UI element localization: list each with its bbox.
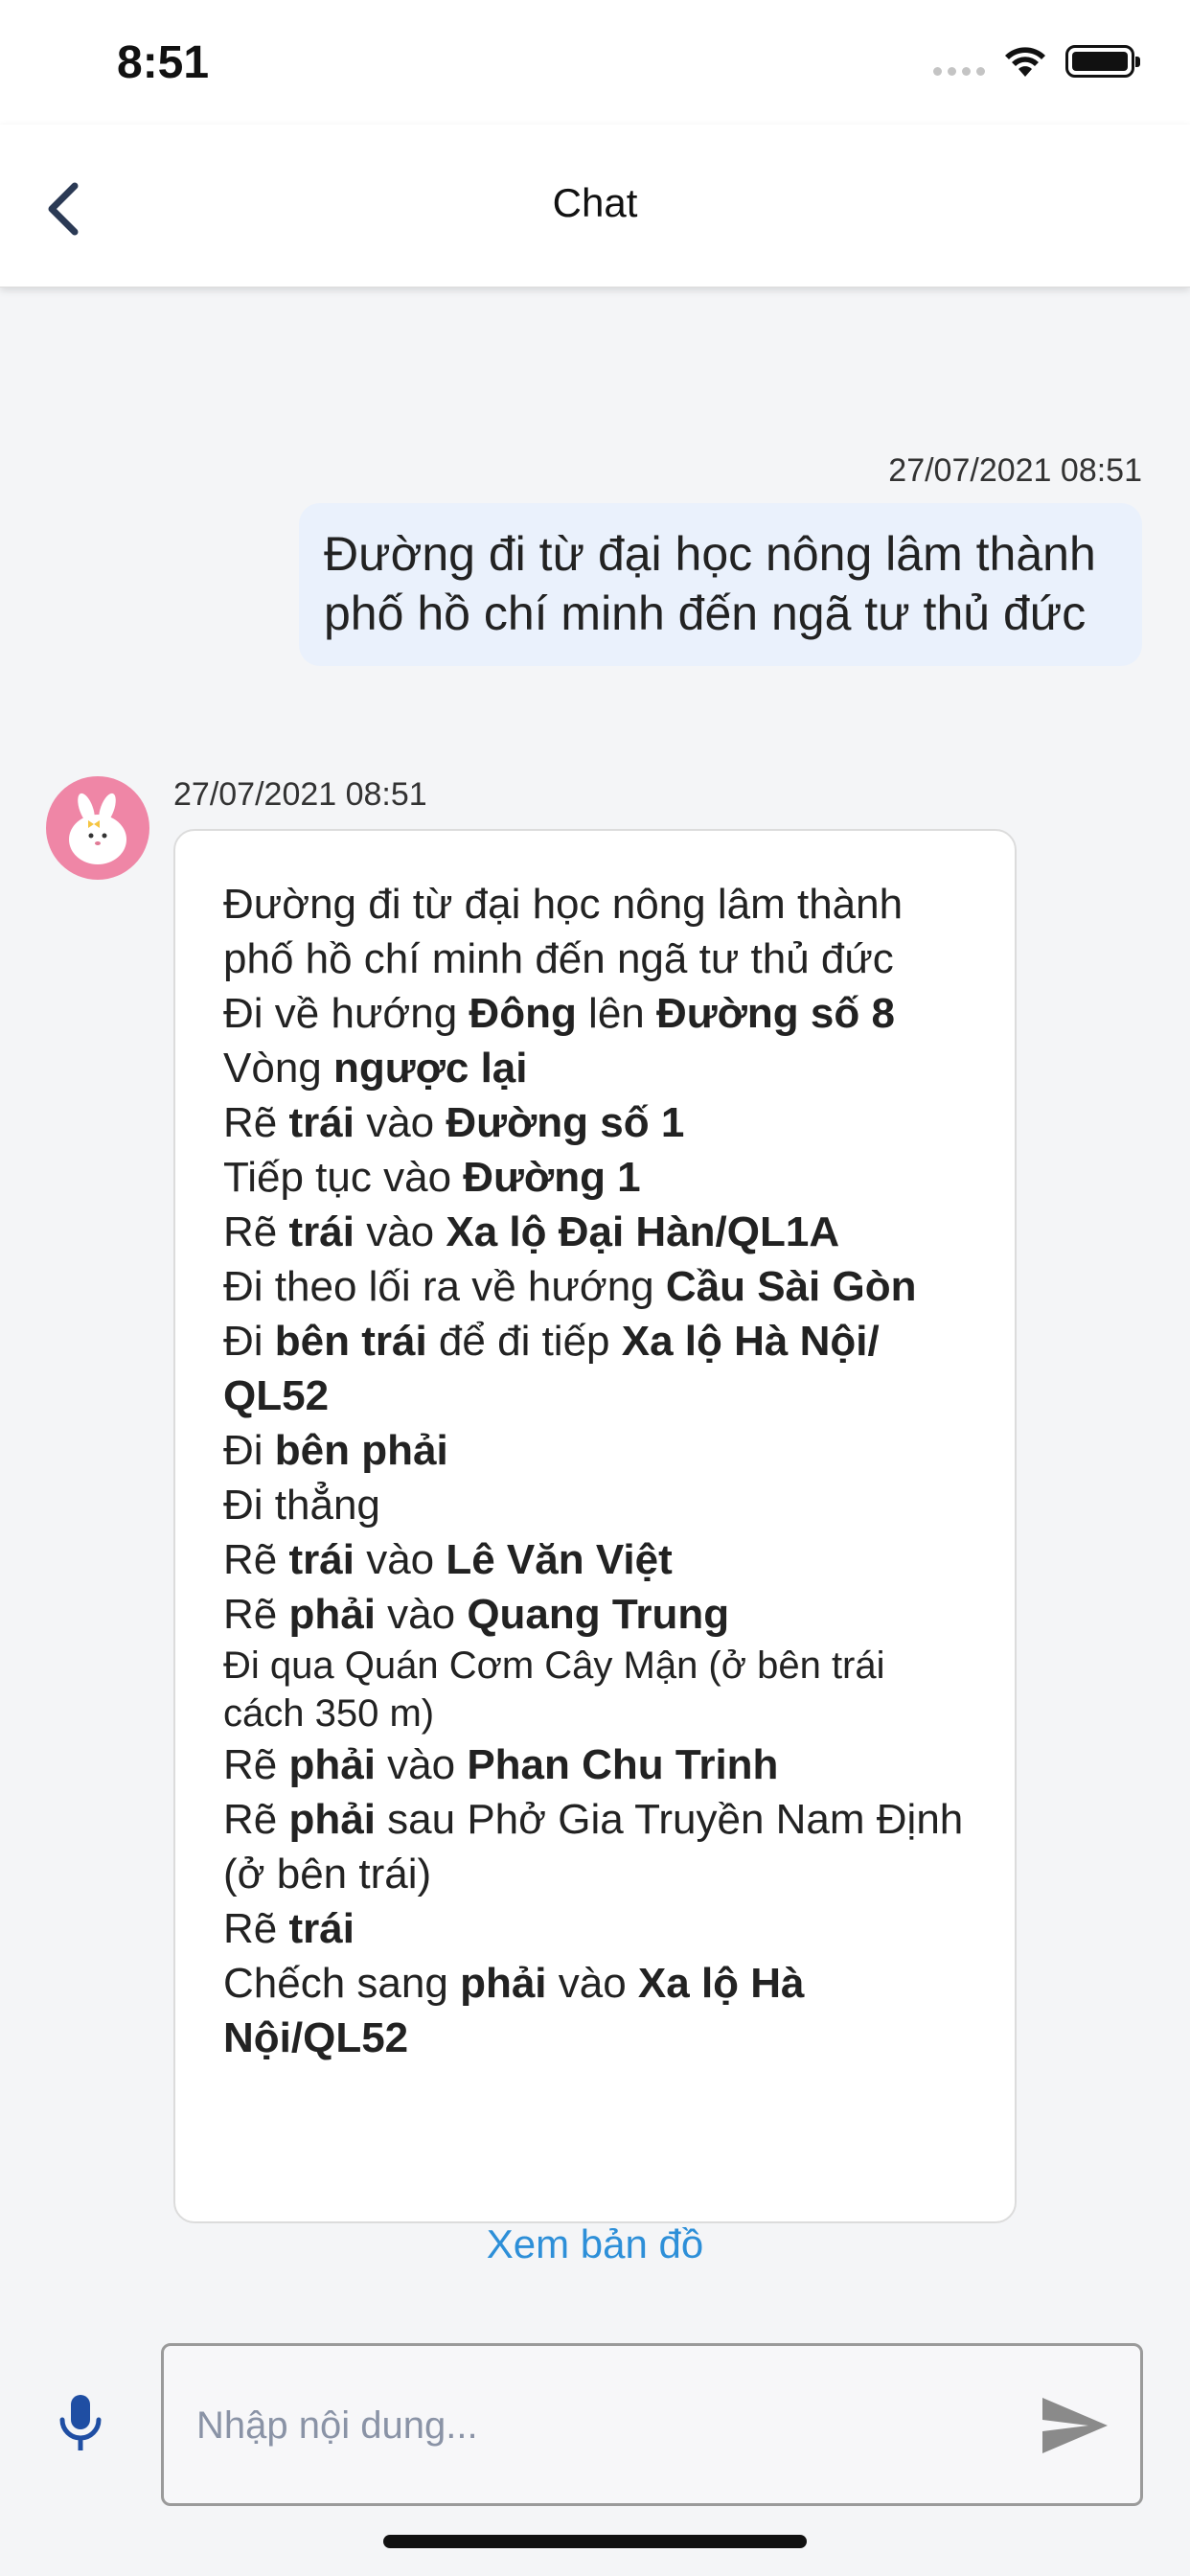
message-input-container xyxy=(161,2343,1143,2506)
send-button[interactable] xyxy=(1039,2392,1111,2459)
direction-bold-text: phải xyxy=(288,1796,376,1843)
nav-bar: Chat xyxy=(0,125,1190,288)
direction-text: Rẽ xyxy=(223,1796,289,1843)
direction-bold-text: trái xyxy=(288,1536,355,1583)
direction-text: vào xyxy=(375,1741,468,1788)
direction-text: Chếch sang xyxy=(223,1960,461,2007)
view-map-link[interactable]: Xem bản đồ xyxy=(0,2221,1190,2267)
direction-line: Đi bên trái để đi tiếp Xa lộ Hà Nội/ QL5… xyxy=(223,1314,976,1423)
direction-bold-text: trái xyxy=(288,1208,355,1255)
direction-text: để đi tiếp xyxy=(426,1318,622,1365)
direction-bold-text: Quang Trung xyxy=(467,1591,730,1638)
direction-line: Rẽ phải sau Phở Gia Truyền Nam Định (ở b… xyxy=(223,1792,976,1901)
direction-text: Rẽ xyxy=(223,1536,289,1583)
user-message-timestamp: 27/07/2021 08:51 xyxy=(888,452,1142,489)
direction-text: Đường đi từ đại học nông lâm thành phố h… xyxy=(223,881,904,982)
mic-button[interactable] xyxy=(56,2391,105,2458)
direction-line: Đường đi từ đại học nông lâm thành phố h… xyxy=(223,877,976,986)
direction-text: Rẽ xyxy=(223,1905,289,1952)
direction-line: Đi thẳng xyxy=(223,1478,976,1532)
direction-bold-text: Đông xyxy=(469,990,577,1037)
direction-bold-text: bên phải xyxy=(274,1427,448,1474)
page-title: Chat xyxy=(552,180,638,225)
direction-text: Tiếp tục vào xyxy=(223,1154,464,1201)
direction-line: Chếch sang phải vào Xa lộ Hà Nội/QL52 xyxy=(223,1956,976,2065)
direction-text: vào xyxy=(354,1099,446,1146)
direction-bold-text: phải xyxy=(460,1960,547,2007)
battery-icon xyxy=(1065,45,1140,78)
direction-text: vào xyxy=(354,1208,446,1255)
direction-bold-text: Đường số 8 xyxy=(656,990,895,1037)
direction-bold-text: trái xyxy=(288,1905,355,1952)
bunny-avatar-icon xyxy=(69,793,126,864)
status-icons xyxy=(933,44,1140,79)
direction-line: Đi qua Quán Cơm Cây Mận (ở bên trái cách… xyxy=(223,1642,976,1737)
bot-avatar xyxy=(46,776,149,880)
cellular-signal-icon xyxy=(933,47,985,76)
direction-line: Tiếp tục vào Đường 1 xyxy=(223,1150,976,1205)
direction-line: Rẽ trái xyxy=(223,1901,976,1956)
direction-bold-text: ngược lại xyxy=(332,1045,528,1092)
direction-line: Đi bên phải xyxy=(223,1423,976,1478)
direction-text: vào xyxy=(375,1591,468,1638)
status-time: 8:51 xyxy=(117,37,210,88)
direction-text: lên xyxy=(576,990,656,1037)
direction-bold-text: trái xyxy=(288,1099,355,1146)
direction-line: Đi về hướng Đông lên Đường số 8 xyxy=(223,986,976,1041)
direction-text: Đi xyxy=(223,1318,275,1365)
direction-bold-text: Phan Chu Trinh xyxy=(467,1741,779,1788)
status-bar: 8:51 xyxy=(0,0,1190,125)
direction-text: Rẽ xyxy=(223,1591,289,1638)
direction-text: Đi qua Quán Cơm Cây Mận (ở bên trái cách… xyxy=(223,1644,885,1735)
direction-text: Rẽ xyxy=(223,1208,289,1255)
direction-bold-text: bên trái xyxy=(274,1318,427,1365)
send-icon xyxy=(1042,2398,1108,2453)
direction-bold-text: Xa lộ Đại Hàn/QL1A xyxy=(446,1208,840,1255)
direction-bold-text: Đường 1 xyxy=(463,1154,641,1201)
direction-text: Đi thẳng xyxy=(223,1482,380,1529)
direction-line: Rẽ trái vào Đường số 1 xyxy=(223,1095,976,1150)
direction-bold-text: phải xyxy=(288,1741,376,1788)
user-message-bubble: Đường đi từ đại học nông lâm thành phố h… xyxy=(299,503,1142,666)
message-input[interactable] xyxy=(196,2392,982,2459)
bot-message-timestamp: 27/07/2021 08:51 xyxy=(173,776,427,813)
direction-text: Đi xyxy=(223,1427,275,1474)
direction-text: Đi theo lối ra về hướng xyxy=(223,1263,666,1310)
direction-line: Rẽ trái vào Lê Văn Việt xyxy=(223,1532,976,1587)
direction-text: Rẽ xyxy=(223,1099,289,1146)
direction-line: Rẽ phải vào Phan Chu Trinh xyxy=(223,1737,976,1792)
direction-text: Vòng xyxy=(223,1045,333,1092)
microphone-icon xyxy=(59,2395,102,2450)
direction-text: vào xyxy=(546,1960,638,2007)
direction-text: vào xyxy=(354,1536,446,1583)
direction-bold-text: Lê Văn Việt xyxy=(446,1536,673,1583)
direction-bold-text: Cầu Sài Gòn xyxy=(665,1263,917,1310)
direction-text: Đi về hướng xyxy=(223,990,469,1037)
direction-line: Vòng ngược lại xyxy=(223,1041,976,1095)
direction-text: Rẽ xyxy=(223,1741,289,1788)
direction-line: Đi theo lối ra về hướng Cầu Sài Gòn xyxy=(223,1259,976,1314)
direction-line: Rẽ phải vào Quang Trung xyxy=(223,1587,976,1642)
bot-message-bubble: Đường đi từ đại học nông lâm thành phố h… xyxy=(173,829,1017,2223)
direction-bold-text: Đường số 1 xyxy=(446,1099,685,1146)
direction-line: Rẽ trái vào Xa lộ Đại Hàn/QL1A xyxy=(223,1205,976,1259)
wifi-icon xyxy=(1005,47,1045,77)
home-indicator xyxy=(383,2535,807,2548)
direction-bold-text: phải xyxy=(288,1591,376,1638)
